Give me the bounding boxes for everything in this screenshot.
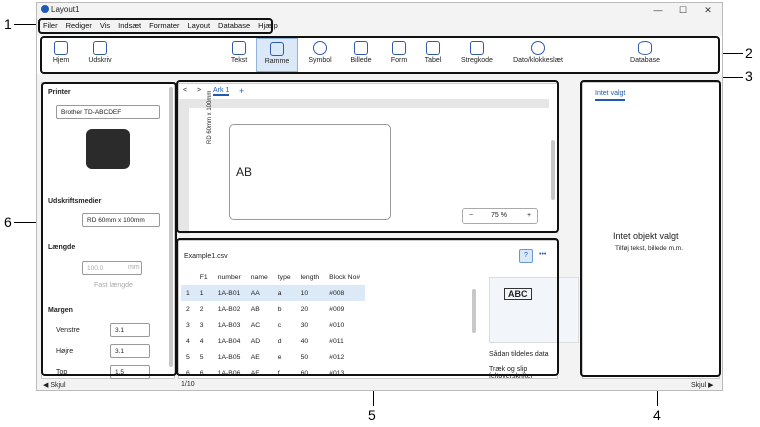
window-title: Layout1	[51, 5, 80, 14]
app-logo-icon	[41, 5, 49, 13]
canvas-highlight	[176, 80, 559, 233]
callout-4: 4	[653, 407, 661, 423]
properties-highlight	[580, 80, 721, 377]
close-button[interactable]: ✕	[699, 4, 717, 16]
right-hide-button[interactable]: Skjul ▶	[691, 381, 714, 389]
title-bar: Layout1 — ☐ ✕	[37, 3, 722, 17]
database-highlight	[176, 238, 559, 376]
callout-6: 6	[4, 214, 12, 230]
record-page-indicator: 1/10	[181, 381, 195, 388]
callout-5: 5	[368, 407, 376, 423]
callout-1: 1	[4, 16, 12, 32]
minimize-button[interactable]: —	[649, 4, 667, 16]
callout-2: 2	[745, 45, 753, 61]
settings-highlight	[41, 82, 177, 376]
maximize-button[interactable]: ☐	[674, 4, 692, 16]
left-hide-button[interactable]: ◀ Skjul	[43, 381, 66, 389]
ribbon-highlight	[40, 36, 720, 74]
callout-3: 3	[745, 68, 753, 84]
menu-highlight	[38, 18, 273, 34]
